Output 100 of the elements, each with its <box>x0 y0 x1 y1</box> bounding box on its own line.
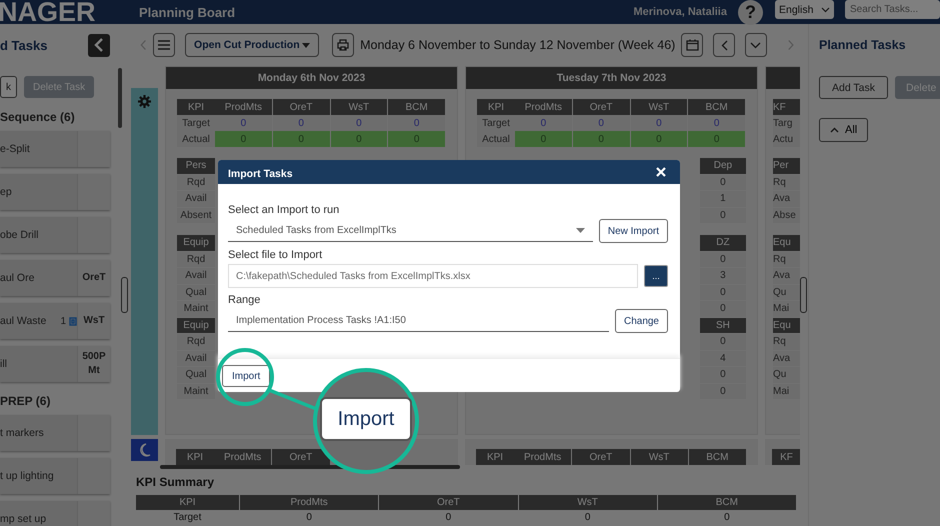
range-field[interactable]: Implementation Process Tasks !A1:I50 <box>228 310 609 332</box>
kpi-value-cell: 0 <box>630 115 688 131</box>
kpi-header-cell: OreT <box>272 449 330 465</box>
dialog-title: Import Tasks <box>228 168 293 180</box>
task-card[interactable]: ill 500P Mt <box>0 346 110 382</box>
kpi-value-cell: 0 <box>388 115 445 131</box>
file-path-field[interactable]: C:\fakepath\Scheduled Tasks from ExcelImplTks.xlsx <box>228 264 638 288</box>
kpi-row-label: Targ <box>773 115 800 131</box>
task-card[interactable]: aul Waste 1 WsT <box>0 303 110 339</box>
resource-row-label: Qual <box>177 284 215 301</box>
import-select[interactable]: Scheduled Tasks from ExcelImplTks <box>228 220 593 242</box>
kpi-header-cell: WsT <box>630 449 688 465</box>
resource-header: Per <box>773 158 800 174</box>
browse-button[interactable]: ... <box>644 265 668 287</box>
kpi-header-cell: OreT <box>572 99 630 115</box>
task-card[interactable]: e-Split <box>0 131 110 167</box>
resource-header: Pers <box>177 158 215 174</box>
group-title: PREP (6) <box>0 394 52 408</box>
board-dropdown[interactable]: Open Cut Production <box>185 33 320 57</box>
menu-icon <box>158 40 170 50</box>
task-name: aul Waste <box>0 315 48 327</box>
resource-value: 0 <box>700 334 746 350</box>
task-button[interactable]: k <box>0 76 17 98</box>
task-name: aul Ore <box>0 272 36 284</box>
box-icon <box>69 316 77 326</box>
language-select[interactable]: English <box>775 0 834 19</box>
splitter-handle[interactable] <box>800 277 807 313</box>
task-name: t up lighting <box>0 470 55 482</box>
close-icon[interactable] <box>656 167 666 177</box>
task-card[interactable]: t markers <box>0 415 110 451</box>
kpi-row-label: Actu <box>773 131 800 147</box>
calendar-icon <box>686 39 699 51</box>
kpi-header-cell: ProdMts <box>515 99 572 115</box>
kpi-header-cell: WsT <box>630 99 688 115</box>
table-header-cell: WsT <box>518 495 657 510</box>
task-card[interactable]: t up lighting <box>0 458 110 494</box>
kpi-header-cell: BCM <box>388 99 445 115</box>
kpi-header-cell: WsT <box>330 99 388 115</box>
task-card[interactable]: obe Drill <box>0 217 110 253</box>
kpi-value-cell: 0 <box>272 115 330 131</box>
task-name: t markers <box>0 427 45 439</box>
task-card[interactable]: ep <box>0 174 110 210</box>
printer-icon <box>337 39 350 51</box>
search-field[interactable]: Search Tasks... <box>845 0 940 19</box>
splitter-handle[interactable] <box>121 277 128 313</box>
collapse-button[interactable] <box>88 34 110 56</box>
kpi-row-label: Target <box>477 115 515 131</box>
task-unit: 500P Mt <box>81 350 107 378</box>
kpi-header-cell: KPI <box>176 449 214 465</box>
table-header-cell: BCM <box>658 495 796 510</box>
resource-value: 0 <box>700 367 746 384</box>
table-header-cell: KPI <box>136 495 239 510</box>
table-header-cell: ProdMts <box>240 495 378 510</box>
resource-value: 0 <box>700 301 746 318</box>
kpi-header-cell: ProdMts <box>215 99 272 115</box>
kpi-header-cell: ProdMts <box>214 449 272 465</box>
task-card[interactable]: mp set up <box>0 501 110 526</box>
resource-row-label: Qual <box>177 367 215 384</box>
day-title: Monday 6th Nov 2023 <box>258 72 366 84</box>
task-button[interactable]: Add Task <box>819 76 888 99</box>
kpi-header-cell: KPI <box>177 99 215 115</box>
resource-row-label: Ava <box>773 191 800 208</box>
task-unit: WsT <box>82 314 106 328</box>
chevron-down-icon <box>821 6 830 12</box>
caret-up-icon <box>830 127 839 133</box>
resource-row-label: Rq <box>773 174 800 191</box>
task-name: mp set up <box>0 513 48 525</box>
chevron-down-icon <box>750 42 762 48</box>
previous-button[interactable] <box>713 33 735 57</box>
kpi-header-cell: OreT <box>272 99 330 115</box>
dialog-button[interactable]: New Import <box>598 219 668 243</box>
task-card[interactable]: aul Ore OreT <box>0 260 110 296</box>
menu-button[interactable] <box>153 33 176 57</box>
app-logo: NAGER <box>0 0 97 24</box>
kpi-row-label: Target <box>177 115 215 131</box>
help-button[interactable]: ? <box>738 0 763 24</box>
resource-row-label: Ava <box>773 350 800 367</box>
resource-header: SH <box>700 318 746 334</box>
chevron-left-icon <box>720 40 728 50</box>
gear-icon[interactable] <box>138 95 151 108</box>
kpi-value-cell: 0 <box>215 115 272 131</box>
resource-header: Dep <box>700 158 746 174</box>
filter-button[interactable]: All <box>819 118 868 142</box>
field-label: Select file to Import <box>228 249 324 261</box>
day-header <box>766 67 800 89</box>
field-label: Range <box>228 294 262 306</box>
dialog-button[interactable]: Change <box>614 309 668 333</box>
calendar-button[interactable] <box>681 33 704 57</box>
caret-down-icon <box>302 42 310 48</box>
task-unit: OreT <box>81 271 107 285</box>
resource-row-label: Rqd <box>177 174 215 191</box>
kpi-header-cell: KF <box>773 99 800 115</box>
night-shift-button[interactable] <box>131 439 158 461</box>
kpi-row-label: Actual <box>477 131 515 147</box>
scrollbar-thumb[interactable] <box>118 68 122 128</box>
task-name: ep <box>0 186 13 198</box>
expand-button[interactable] <box>744 33 767 57</box>
resource-row-label: Absent <box>177 208 215 224</box>
print-button[interactable] <box>332 33 354 57</box>
user-name: Merinova, Nataliia <box>633 6 727 18</box>
